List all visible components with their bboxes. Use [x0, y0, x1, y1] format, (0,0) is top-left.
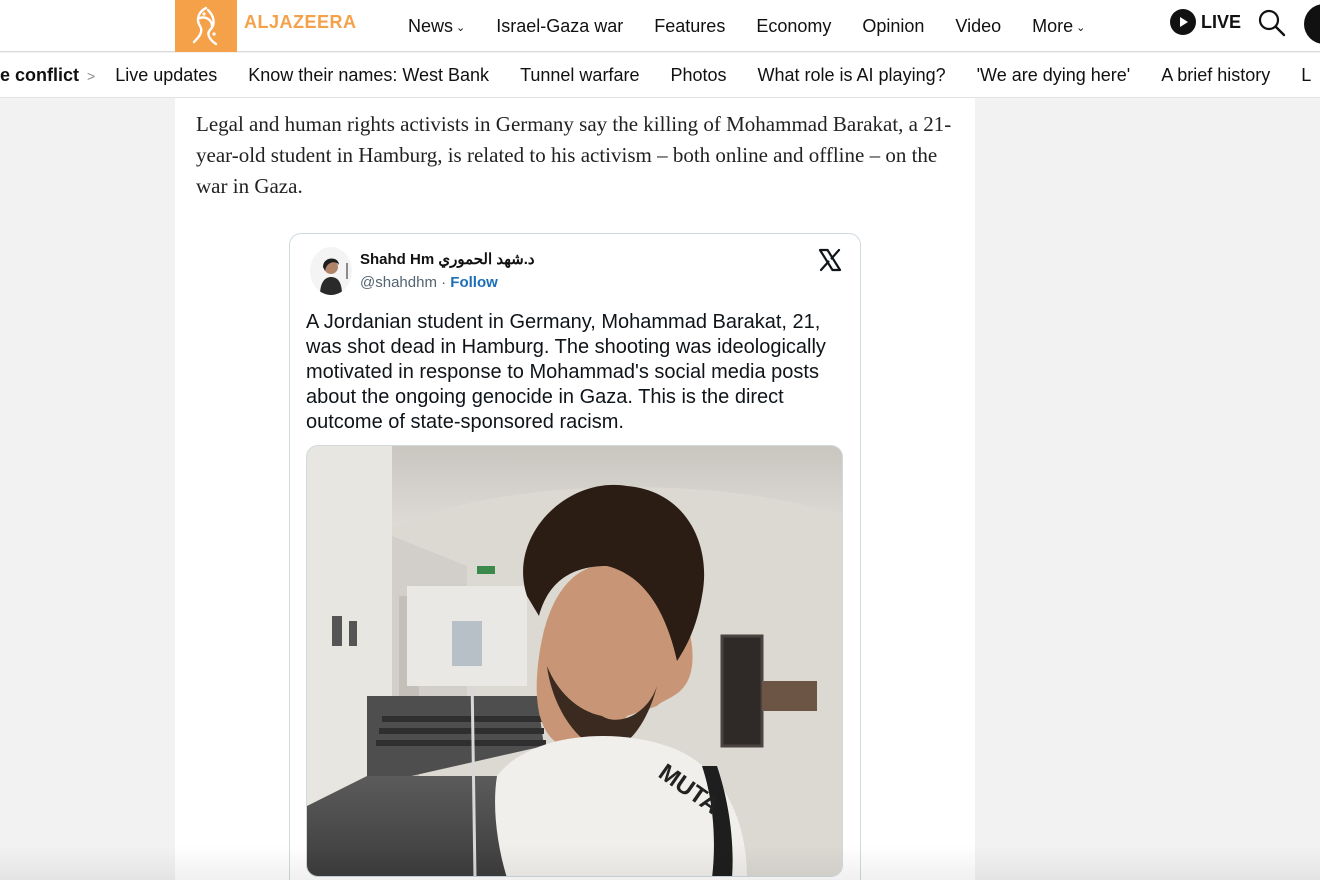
nav-item-economy[interactable]: Economy [756, 16, 831, 37]
avatar[interactable] [310, 247, 352, 295]
live-button[interactable]: LIVE [1170, 9, 1241, 35]
chevron-down-icon: ⌄ [456, 22, 466, 34]
subnav-link-dying-here[interactable]: 'We are dying here' [977, 65, 1131, 86]
nav-item-more[interactable]: More ⌄ [1032, 16, 1085, 37]
nav-item-opinion[interactable]: Opinion [862, 16, 924, 37]
account-button[interactable] [1304, 4, 1320, 44]
nav-label: Features [654, 15, 726, 36]
nav-item-israel-gaza-war[interactable]: Israel-Gaza war [496, 16, 623, 37]
article-paragraph: Legal and human rights activists in Germ… [196, 112, 952, 198]
tweet-photo[interactable]: MUTA [306, 445, 843, 877]
nav-label: News [408, 15, 454, 36]
subnav-link-truncated[interactable]: L [1301, 65, 1311, 86]
aljazeera-logo-icon[interactable] [175, 0, 237, 52]
x-logo-icon[interactable] [818, 248, 842, 272]
subnav-link-know-their-names[interactable]: Know their names: West Bank [248, 65, 489, 86]
nav-label: More [1032, 15, 1074, 36]
subnav-link-live-updates[interactable]: Live updates [115, 65, 217, 86]
article-body: Legal and human rights activists in Germ… [175, 98, 975, 880]
embedded-tweet[interactable]: Shahd Hm د.شهد الحموري @shahdhm · Follow… [289, 233, 861, 880]
subnav-title[interactable]: e conflict [0, 65, 79, 86]
topic-subnav: e conflict > Live updates Know their nam… [0, 53, 1320, 98]
tweet-handle[interactable]: @shahdhm [360, 274, 437, 291]
subnav-link-photos[interactable]: Photos [670, 65, 726, 86]
subnav-link-ai-role[interactable]: What role is AI playing? [758, 65, 946, 86]
nav-label: Israel-Gaza war [496, 15, 624, 36]
nav-label: Video [955, 15, 1002, 36]
logo-wordmark[interactable]: ALJAZEERA [244, 12, 357, 33]
chevron-down-icon: ⌄ [1076, 22, 1086, 34]
chevron-right-icon: > [87, 67, 96, 84]
separator-dot: · [441, 274, 447, 291]
tweet-text: A Jordanian student in Germany, Mohammad… [306, 311, 826, 433]
tweet-author-name[interactable]: Shahd Hm د.شهد الحموري [360, 250, 535, 268]
nav-item-news[interactable]: News ⌄ [408, 16, 465, 37]
nav-item-video[interactable]: Video [955, 16, 1001, 37]
nav-item-features[interactable]: Features [654, 16, 725, 37]
tweet-handle-row: @shahdhm · Follow [360, 274, 498, 291]
live-label: LIVE [1201, 11, 1242, 32]
tweet-photo-illustration: MUTA [307, 446, 842, 876]
subnav-link-brief-history[interactable]: A brief history [1161, 65, 1270, 86]
play-icon [1170, 9, 1196, 35]
main-nav: News ⌄ Israel-Gaza war Features Economy O… [408, 0, 1116, 52]
top-navigation-bar: ALJAZEERA News ⌄ Israel-Gaza war Features… [0, 0, 1320, 52]
nav-label: Opinion [862, 15, 925, 36]
follow-button[interactable]: Follow [450, 274, 498, 291]
subnav-link-tunnel-warfare[interactable]: Tunnel warfare [520, 65, 639, 86]
nav-label: Economy [756, 15, 832, 36]
search-icon[interactable] [1257, 8, 1287, 38]
